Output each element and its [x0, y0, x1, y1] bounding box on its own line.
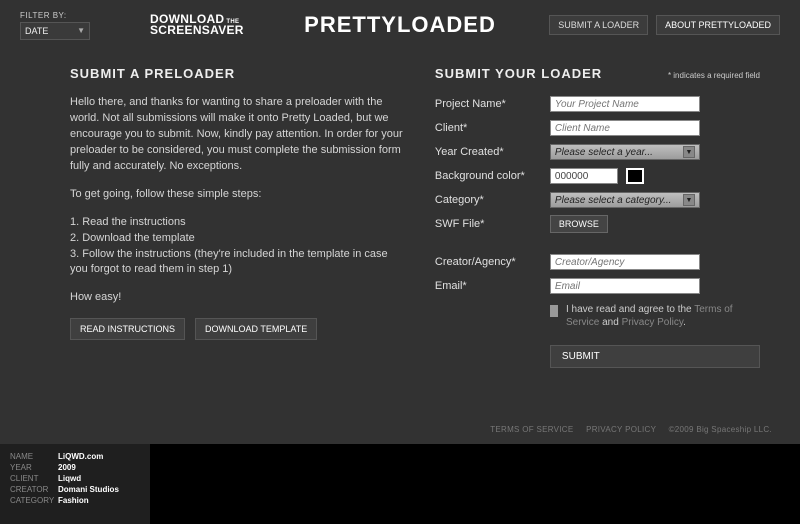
- footer-tos-link[interactable]: TERMS OF SERVICE: [490, 425, 573, 434]
- step-3: 3. Follow the instructions (they're incl…: [70, 247, 405, 279]
- download-template-button[interactable]: DOWNLOAD TEMPLATE: [195, 318, 317, 340]
- steps-intro: To get going, follow these simple steps:: [70, 187, 405, 203]
- category-select[interactable]: Please select a category... ▼: [550, 192, 700, 208]
- project-name-label: Project Name*: [435, 98, 550, 110]
- info-panel: NAMELiQWD.com YEAR2009 CLIENTLiqwd CREAT…: [0, 444, 150, 524]
- site-logo[interactable]: PRETTYLOADED: [304, 12, 496, 38]
- project-name-input[interactable]: [550, 96, 700, 112]
- footer-links: TERMS OF SERVICE PRIVACY POLICY ©2009 Bi…: [480, 425, 772, 434]
- download-screensaver-link[interactable]: DOWNLOADTHE SCREENSAVER: [150, 14, 244, 36]
- agree-checkbox[interactable]: [550, 305, 558, 317]
- category-label: Category*: [435, 194, 550, 206]
- step-1: 1. Read the instructions: [70, 215, 405, 231]
- footer-pp-link[interactable]: PRIVACY POLICY: [586, 425, 656, 434]
- info-name-v: LiQWD.com: [58, 452, 103, 461]
- year-select-value: Please select a year...: [555, 147, 653, 158]
- read-instructions-button[interactable]: READ INSTRUCTIONS: [70, 318, 185, 340]
- info-client-k: CLIENT: [10, 474, 58, 483]
- info-category-k: CATEGORY: [10, 496, 58, 505]
- year-label: Year Created*: [435, 146, 550, 158]
- submit-your-loader-heading: SUBMIT YOUR LOADER: [435, 66, 602, 81]
- bottom-strip: [150, 444, 800, 524]
- footer-copyright: ©2009 Big Spaceship LLC.: [669, 425, 772, 434]
- category-select-value: Please select a category...: [555, 195, 672, 206]
- info-year-k: YEAR: [10, 463, 58, 472]
- creator-input[interactable]: [550, 254, 700, 270]
- submit-preloader-heading: SUBMIT A PRELOADER: [70, 66, 405, 81]
- email-label: Email*: [435, 280, 550, 292]
- info-name-k: NAME: [10, 452, 58, 461]
- download-line2: SCREENSAVER: [150, 25, 244, 36]
- browse-button[interactable]: BROWSE: [550, 215, 608, 233]
- info-creator-v: Domani Studios: [58, 485, 119, 494]
- bgcolor-input[interactable]: [550, 168, 618, 184]
- required-note: * indicates a required field: [668, 71, 760, 80]
- client-input[interactable]: [550, 120, 700, 136]
- intro-paragraph: Hello there, and thanks for wanting to s…: [70, 95, 405, 175]
- info-creator-k: CREATOR: [10, 485, 58, 494]
- bgcolor-label: Background color*: [435, 170, 550, 182]
- client-label: Client*: [435, 122, 550, 134]
- info-client-v: Liqwd: [58, 474, 81, 483]
- chevron-down-icon: ▼: [683, 146, 695, 158]
- filter-select[interactable]: DATE ▼: [20, 22, 90, 40]
- about-button[interactable]: ABOUT PRETTYLOADED: [656, 15, 780, 35]
- swf-label: SWF File*: [435, 218, 550, 230]
- info-category-v: Fashion: [58, 496, 89, 505]
- pp-link[interactable]: Privacy Policy: [622, 317, 684, 328]
- how-easy: How easy!: [70, 290, 405, 306]
- chevron-down-icon: ▼: [77, 26, 85, 35]
- submit-loader-nav-button[interactable]: SUBMIT A LOADER: [549, 15, 648, 35]
- step-2: 2. Download the template: [70, 231, 405, 247]
- submit-button[interactable]: SUBMIT: [550, 345, 760, 368]
- creator-label: Creator/Agency*: [435, 256, 550, 268]
- year-select[interactable]: Please select a year... ▼: [550, 144, 700, 160]
- agree-text: I have read and agree to the Terms of Se…: [566, 303, 760, 329]
- info-year-v: 2009: [58, 463, 76, 472]
- filter-by-label: FILTER BY:: [20, 11, 90, 20]
- bgcolor-swatch[interactable]: [626, 168, 644, 184]
- filter-value: DATE: [25, 26, 48, 36]
- email-input[interactable]: [550, 278, 700, 294]
- chevron-down-icon: ▼: [683, 194, 695, 206]
